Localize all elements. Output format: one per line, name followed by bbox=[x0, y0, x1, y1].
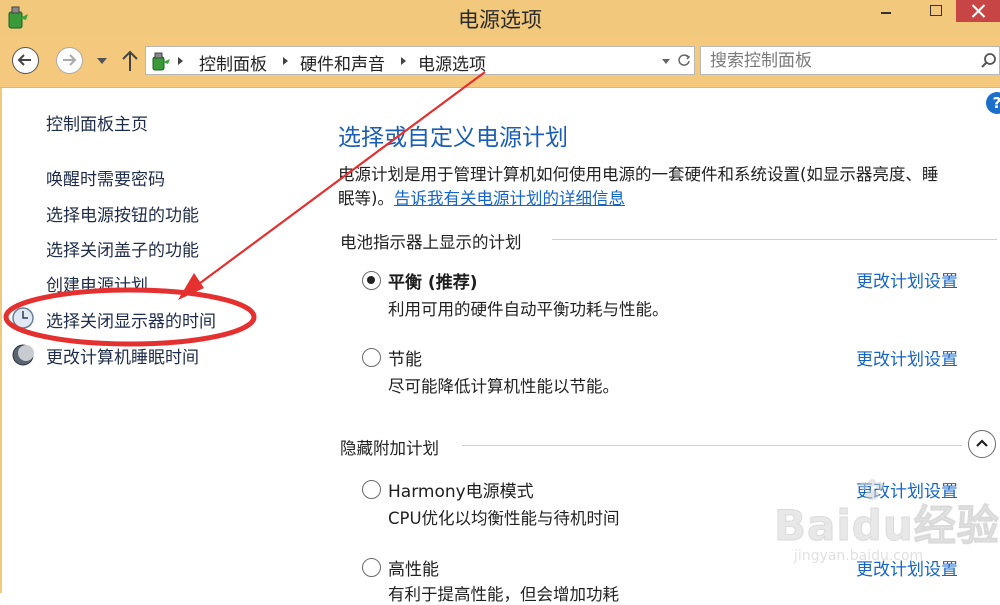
plan-power-saver-name[interactable]: 节能 bbox=[388, 345, 422, 370]
back-button[interactable] bbox=[12, 47, 39, 74]
breadcrumb-separator-icon bbox=[401, 57, 406, 65]
maximize-button[interactable] bbox=[916, 0, 956, 24]
up-arrow-icon[interactable] bbox=[120, 49, 140, 73]
sidebar-item-lid-close[interactable]: 选择关闭盖子的功能 bbox=[46, 236, 199, 261]
help-icon[interactable]: ? bbox=[986, 92, 1000, 114]
sidebar-item-control-panel-home[interactable]: 控制面板主页 bbox=[46, 110, 148, 135]
breadcrumb-separator-icon bbox=[283, 57, 288, 65]
breadcrumb-hardware-sound[interactable]: 硬件和声音 bbox=[300, 50, 385, 75]
window-border bbox=[0, 88, 2, 593]
plan-high-performance-radio[interactable] bbox=[362, 558, 381, 577]
recent-locations-dropdown[interactable] bbox=[97, 58, 107, 64]
search-box bbox=[700, 46, 1000, 75]
search-icon[interactable] bbox=[980, 52, 998, 70]
plan-balanced-radio[interactable] bbox=[362, 271, 381, 290]
plan-high-performance-name[interactable]: 高性能 bbox=[388, 555, 439, 580]
power-options-icon bbox=[152, 52, 170, 71]
chevron-down-icon[interactable] bbox=[662, 59, 670, 64]
breadcrumb-control-panel[interactable]: 控制面板 bbox=[199, 50, 267, 75]
watermark-url: jingyan.baidu.com bbox=[794, 548, 924, 564]
plan-harmony-name[interactable]: Harmony电源模式 bbox=[388, 477, 534, 502]
arrow-left-icon bbox=[17, 54, 31, 66]
section-divider bbox=[552, 239, 997, 240]
sidebar-item-power-button[interactable]: 选择电源按钮的功能 bbox=[46, 201, 199, 226]
sidebar-item-wakeup-password[interactable]: 唤醒时需要密码 bbox=[46, 165, 165, 190]
clock-monitor-icon bbox=[12, 307, 34, 329]
forward-button[interactable] bbox=[56, 47, 83, 74]
section-divider bbox=[462, 445, 962, 446]
window-title: 电源选项 bbox=[458, 8, 542, 32]
sidebar-item-create-plan[interactable]: 创建电源计划 bbox=[46, 271, 148, 296]
close-button[interactable] bbox=[956, 0, 1000, 22]
plan-power-saver-change-link[interactable]: 更改计划设置 bbox=[856, 345, 958, 370]
breadcrumb[interactable]: 控制面板 硬件和声音 电源选项 bbox=[145, 46, 695, 75]
title-bar: 电源选项 bbox=[0, 0, 1000, 37]
watermark-logo-text: Baidu经验 bbox=[774, 501, 1000, 551]
section-heading-hidden-plans: 隐藏附加计划 bbox=[340, 439, 439, 458]
plan-harmony-desc: CPU优化以均衡性能与待机时间 bbox=[388, 509, 620, 528]
description-text-prefix: 眠等)。 bbox=[338, 189, 394, 208]
refresh-icon[interactable] bbox=[676, 52, 692, 68]
page-title: 选择或自定义电源计划 bbox=[338, 125, 568, 151]
plan-balanced-name[interactable]: 平衡 (推荐) bbox=[388, 268, 477, 293]
plan-harmony-radio[interactable] bbox=[362, 480, 381, 499]
sidebar-item-sleep-time[interactable]: 更改计算机睡眠时间 bbox=[46, 343, 199, 368]
collapse-section-button[interactable] bbox=[968, 430, 996, 458]
annotation-arrow-head bbox=[178, 273, 204, 300]
plan-power-saver-radio[interactable] bbox=[362, 348, 381, 367]
chevron-up-icon bbox=[976, 439, 988, 447]
description-text-line2: 眠等)。告诉我有关电源计划的详细信息 bbox=[338, 185, 625, 209]
plan-balanced-change-link[interactable]: 更改计划设置 bbox=[856, 267, 958, 292]
moon-sleep-icon bbox=[12, 344, 34, 366]
minimize-button[interactable] bbox=[866, 0, 906, 24]
baidu-watermark: Baidu经验 jingyan.baidu.com bbox=[760, 478, 999, 578]
breadcrumb-separator-icon bbox=[178, 57, 183, 65]
breadcrumb-power-options[interactable]: 电源选项 bbox=[418, 50, 486, 75]
learn-more-link[interactable]: 告诉我有关电源计划的详细信息 bbox=[394, 189, 625, 208]
search-input[interactable] bbox=[701, 47, 980, 74]
arrow-right-icon bbox=[63, 54, 77, 66]
plan-high-performance-desc: 有利于提高性能，但会增加功耗 bbox=[388, 585, 619, 604]
description-text: 电源计划是用于管理计算机如何使用电源的一套硬件和系统设置(如显示器亮度、睡 bbox=[338, 165, 939, 184]
section-heading-battery-plans: 电池指示器上显示的计划 bbox=[340, 233, 522, 252]
sidebar-item-display-off[interactable]: 选择关闭显示器的时间 bbox=[46, 307, 216, 332]
plan-balanced-desc: 利用可用的硬件自动平衡功耗与性能。 bbox=[388, 300, 669, 319]
address-toolbar: 控制面板 硬件和声音 电源选项 bbox=[0, 37, 1000, 88]
plan-power-saver-desc: 尽可能降低计算机性能以节能。 bbox=[388, 377, 619, 396]
